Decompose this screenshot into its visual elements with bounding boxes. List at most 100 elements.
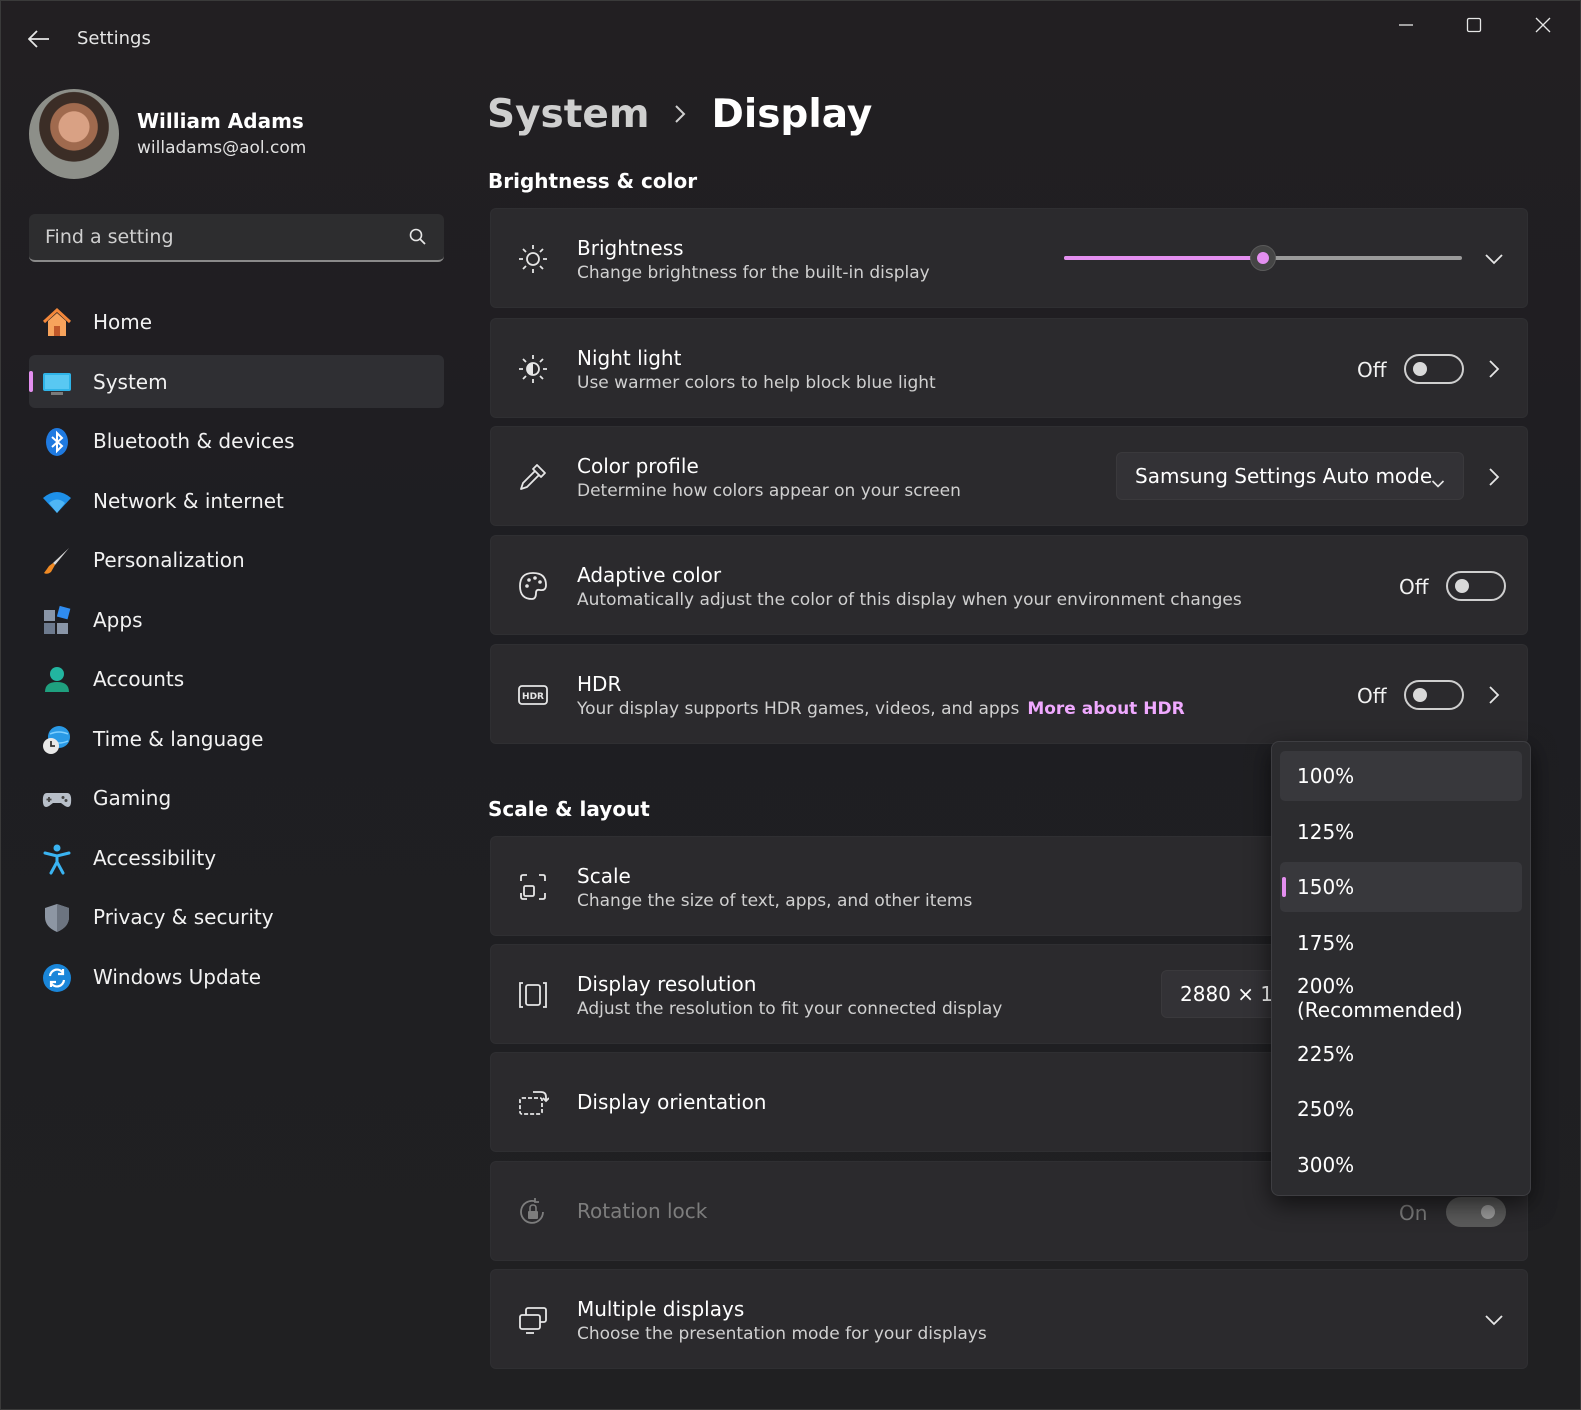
brush-icon: [41, 545, 73, 577]
night-light-icon: [515, 351, 551, 387]
hdr-title: HDR: [577, 672, 622, 696]
multiple-displays-card[interactable]: Multiple displays Choose the presentatio…: [490, 1269, 1528, 1369]
display-orientation-title: Display orientation: [577, 1090, 767, 1114]
display-resolution-title: Display resolution: [577, 972, 757, 996]
palette-icon: [515, 568, 551, 604]
adaptive-color-toggle[interactable]: [1446, 571, 1506, 601]
scale-option-label: 125%: [1297, 819, 1355, 844]
sidebar-nav: Home System Bluetooth & devices Network …: [29, 295, 444, 1009]
resolution-icon: [515, 977, 551, 1013]
hdr-card[interactable]: HDR HDR Your display supports HDR games,…: [490, 644, 1528, 744]
scale-option-label: 150%: [1297, 875, 1355, 899]
section-title-scale-layout: Scale & layout: [488, 797, 650, 821]
night-light-open-button[interactable]: [1482, 357, 1506, 381]
sidebar-item-network[interactable]: Network & internet: [29, 474, 444, 527]
apps-icon: [41, 605, 73, 637]
scale-dropdown-menu: 100% 125% 150% 175% 200% (Recommended) 2…: [1271, 741, 1531, 1196]
scale-option[interactable]: 175%: [1280, 918, 1522, 968]
night-light-title: Night light: [577, 346, 682, 370]
sidebar-item-bluetooth[interactable]: Bluetooth & devices: [29, 414, 444, 467]
sidebar-item-label: Home: [93, 310, 153, 334]
color-profile-value: Samsung Settings Auto mode: [1135, 464, 1433, 488]
sidebar-item-label: Accessibility: [93, 845, 217, 870]
adaptive-color-card: Adaptive color Automatically adjust the …: [490, 535, 1528, 635]
svg-text:HDR: HDR: [522, 692, 544, 702]
sidebar-item-accounts[interactable]: Accounts: [29, 652, 444, 705]
settings-window: Settings William Adams willadams@aol.com…: [0, 0, 1581, 1410]
color-profile-select[interactable]: Samsung Settings Auto mode: [1116, 452, 1464, 500]
back-button[interactable]: [23, 23, 55, 55]
scale-option-selected[interactable]: 150%: [1280, 862, 1522, 912]
sidebar-item-home[interactable]: Home: [29, 295, 444, 348]
multiple-displays-title: Multiple displays: [577, 1297, 745, 1321]
accessibility-icon: [41, 843, 73, 875]
color-profile-open-button[interactable]: [1482, 465, 1506, 489]
hdr-toggle[interactable]: [1404, 680, 1464, 710]
chevron-down-icon: [1431, 470, 1445, 494]
update-icon: [41, 962, 73, 994]
sidebar-item-label: Accounts: [93, 667, 185, 691]
maximize-icon: [1466, 17, 1482, 33]
chevron-right-icon: [1489, 360, 1500, 378]
maximize-button[interactable]: [1451, 9, 1497, 41]
breadcrumb-parent[interactable]: System: [487, 92, 649, 137]
minimize-button[interactable]: [1383, 9, 1429, 41]
scale-option[interactable]: 100%: [1280, 751, 1522, 801]
close-button[interactable]: [1520, 9, 1566, 41]
brightness-slider-thumb[interactable]: [1250, 245, 1276, 271]
sidebar-item-label: System: [93, 369, 168, 394]
hdr-open-button[interactable]: [1482, 683, 1506, 707]
title-bar: Settings: [1, 1, 1580, 73]
sidebar-item-label: Windows Update: [93, 964, 262, 989]
brightness-slider-fill: [1064, 256, 1263, 260]
adaptive-color-subtitle: Automatically adjust the color of this d…: [577, 590, 1242, 610]
chevron-down-icon: [1485, 1315, 1503, 1326]
night-light-toggle[interactable]: [1404, 354, 1464, 384]
scale-option[interactable]: 300%: [1280, 1140, 1522, 1190]
chevron-down-icon: [1485, 254, 1503, 265]
accounts-icon: [41, 664, 73, 696]
adaptive-color-state: Off: [1399, 575, 1429, 599]
hdr-more-link[interactable]: More about HDR: [1027, 699, 1184, 719]
globe-clock-icon: [41, 724, 73, 756]
sidebar-item-label: Time & language: [93, 726, 264, 751]
toggle-knob: [1413, 688, 1427, 702]
close-icon: [1535, 17, 1551, 33]
toggle-knob: [1455, 579, 1469, 593]
scale-option-label: 200% (Recommended): [1297, 974, 1463, 1022]
scale-option-label: 225%: [1297, 1041, 1355, 1066]
sidebar-item-apps[interactable]: Apps: [29, 593, 444, 646]
sidebar-item-accessibility[interactable]: Accessibility: [29, 831, 444, 884]
search-box: [29, 214, 444, 262]
scale-option[interactable]: 125%: [1280, 807, 1522, 857]
night-light-state: Off: [1357, 358, 1387, 382]
brightness-subtitle: Change brightness for the built-in displ…: [577, 263, 930, 283]
eyedropper-icon: [515, 459, 551, 495]
sidebar-item-personalization[interactable]: Personalization: [29, 533, 444, 586]
rotation-lock-icon: [515, 1194, 551, 1230]
sidebar-item-windows-update[interactable]: Windows Update: [29, 950, 444, 1003]
active-indicator: [29, 370, 33, 392]
brightness-slider[interactable]: [1064, 245, 1462, 271]
sidebar-item-privacy-security[interactable]: Privacy & security: [29, 890, 444, 943]
brightness-expand-button[interactable]: [1482, 247, 1506, 271]
search-input[interactable]: [29, 214, 389, 260]
rotation-lock-toggle[interactable]: [1446, 1197, 1506, 1227]
color-profile-card[interactable]: Color profile Determine how colors appea…: [490, 426, 1528, 526]
night-light-card[interactable]: Night light Use warmer colors to help bl…: [490, 318, 1528, 418]
sidebar-item-system[interactable]: System: [29, 354, 444, 408]
multiple-displays-expand-button[interactable]: [1482, 1308, 1506, 1332]
scale-option[interactable]: 225%: [1280, 1029, 1522, 1079]
search-icon[interactable]: [408, 227, 428, 251]
sidebar-item-time-language[interactable]: Time & language: [29, 712, 444, 765]
wifi-icon: [41, 486, 73, 518]
hdr-subtitle-text: Your display supports HDR games, videos,…: [577, 699, 1020, 719]
sidebar-item-gaming[interactable]: Gaming: [29, 771, 444, 824]
hdr-icon: HDR: [515, 677, 551, 713]
scale-option-label: 300%: [1297, 1152, 1355, 1177]
orientation-icon: [515, 1085, 551, 1121]
scale-option[interactable]: 250%: [1280, 1084, 1522, 1134]
scale-option[interactable]: 200% (Recommended): [1280, 973, 1522, 1023]
avatar[interactable]: [29, 89, 119, 179]
scale-option-label: 250%: [1297, 1097, 1355, 1121]
